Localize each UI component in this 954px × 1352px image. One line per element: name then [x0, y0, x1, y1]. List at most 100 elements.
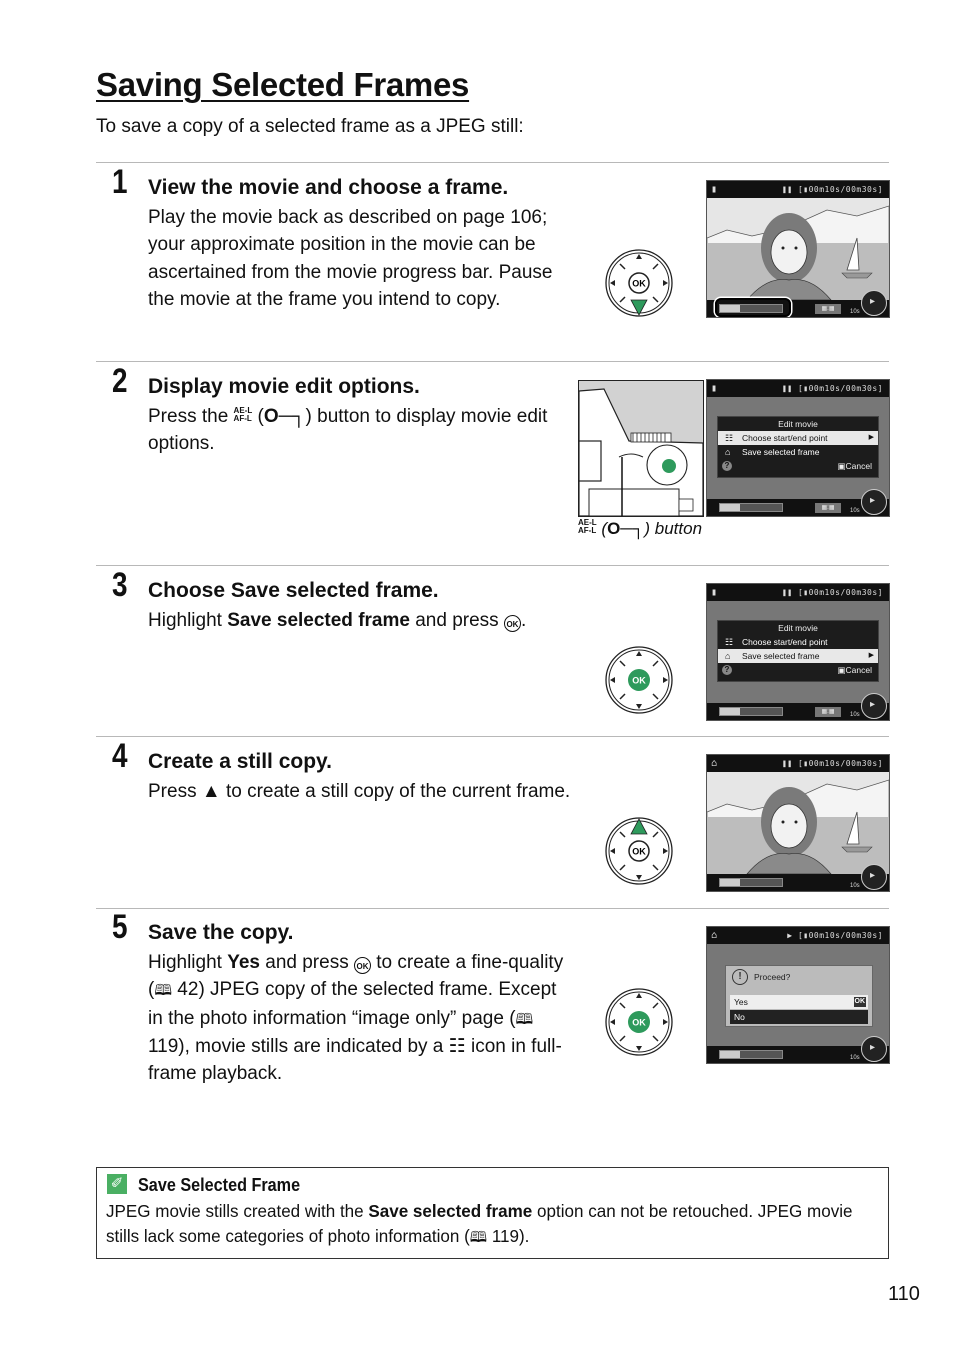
playback-controls-icon	[861, 864, 887, 890]
progress-bar	[719, 1050, 783, 1059]
save-frame-icon: ⌂	[725, 651, 731, 661]
multi-selector-ok: OK	[605, 988, 673, 1056]
ok-button-icon: OK	[503, 615, 521, 632]
volume-indicator: 10s	[850, 309, 860, 315]
no-option[interactable]: No	[730, 1010, 868, 1024]
help-icon[interactable]: ?	[722, 665, 732, 675]
playback-button-icon: ▣	[837, 461, 846, 471]
intro-text: To save a copy of a selected frame as a …	[96, 116, 524, 137]
playback-controls-icon	[861, 489, 887, 515]
trim-icon: ☷	[725, 637, 734, 647]
display-icons: ▦:▦	[815, 304, 841, 314]
book-icon: 🕮	[469, 1229, 488, 1246]
save-frame-icon: ⌂	[711, 758, 718, 769]
menu-item-choose-start-end[interactable]: ☷ Choose start/end point ▶	[718, 431, 878, 445]
progress-bar	[719, 878, 783, 887]
playback-controls-icon	[861, 290, 887, 316]
camera-screen-still-copy: ⌂ ❚❚ [▮00m10s/00m30s] 10s	[706, 754, 890, 892]
divider	[96, 908, 889, 909]
time-readout: [▮00m10s/00m30s]	[797, 185, 883, 194]
movie-icon: ▮	[711, 184, 718, 195]
edit-movie-menu: Edit movie ☷ Choose start/end point ▶ ⌂ Sav…	[717, 416, 879, 478]
camera-back-illustration	[578, 380, 704, 517]
time-readout: [▮00m10s/00m30s]	[797, 588, 883, 597]
progress-bar	[719, 503, 783, 512]
divider	[96, 565, 889, 566]
page-number: 110	[888, 1283, 920, 1305]
play-icon: ▶	[787, 931, 793, 940]
ok-badge: OK	[853, 997, 866, 1007]
step-heading: Choose Save selected frame.	[148, 579, 439, 602]
up-arrow-icon: ▲	[201, 781, 221, 802]
time-readout: [▮00m10s/00m30s]	[797, 931, 883, 940]
step-body: Press ▲ to create a still copy of the cu…	[148, 781, 571, 802]
note-box: ✐ Save Selected Frame JPEG movie stills …	[96, 1167, 889, 1259]
page-ref-119[interactable]: 119	[492, 1226, 519, 1246]
menu-title: Edit movie	[778, 419, 818, 429]
movie-still-icon: ☷	[448, 1035, 466, 1057]
movie-icon: ▮	[711, 383, 718, 394]
dialog-question: Proceed?	[754, 972, 791, 982]
divider	[96, 361, 889, 362]
trim-icon: ☷	[725, 433, 734, 443]
movie-frame	[707, 772, 889, 875]
step-body: Press the AE-L AF-L (O─┐) button to displ…	[148, 403, 573, 458]
playback-button-icon: ▣	[837, 665, 846, 675]
movie-icon: ▮	[711, 587, 718, 598]
divider	[96, 736, 889, 737]
step-heading: Save the copy.	[148, 921, 294, 944]
multi-selector-up: OK	[605, 817, 673, 885]
progress-bar	[719, 707, 783, 716]
pause-icon: ❚❚	[781, 185, 793, 194]
step-heading: View the movie and choose a frame.	[148, 176, 509, 199]
book-icon: 🕮	[154, 982, 173, 1000]
page-ref-42[interactable]: 42	[177, 979, 198, 1000]
pencil-note-icon: ✐	[107, 1174, 127, 1194]
svg-text:OK: OK	[632, 847, 646, 857]
step-number: 1	[112, 163, 128, 201]
multi-selector-ok: OK	[605, 646, 673, 714]
cancel-button[interactable]: ▣Cancel	[838, 459, 873, 473]
proceed-dialog: ! Proceed? Yes OK No	[725, 965, 873, 1027]
time-readout: [▮00m10s/00m30s]	[797, 759, 883, 768]
camera-screen-edit-menu-save: ▮ ❚❚ [▮00m10s/00m30s] ▦:▦ 10s Edit movie…	[706, 583, 890, 721]
divider	[96, 162, 889, 163]
playback-controls-icon	[861, 1036, 887, 1062]
step-heading: Create a still copy.	[148, 750, 333, 773]
book-icon: 🕮	[515, 1010, 534, 1028]
note-heading: Save Selected Frame	[138, 1175, 301, 1195]
page-ref-119[interactable]: 119	[148, 1036, 178, 1057]
step-body: Highlight Save selected frame and press …	[148, 610, 527, 632]
time-readout: [▮00m10s/00m30s]	[797, 384, 883, 393]
edit-movie-menu: Edit movie ☷ Choose start/end point ⌂ Save…	[717, 620, 879, 682]
note-body: JPEG movie stills created with the Save …	[106, 1201, 853, 1246]
cancel-button[interactable]: ▣Cancel	[838, 663, 873, 677]
svg-text:OK: OK	[632, 676, 646, 686]
yes-option[interactable]: Yes OK	[730, 995, 868, 1009]
arrow-right-icon: ▶	[868, 652, 874, 659]
page-title: Saving Selected Frames	[96, 66, 470, 103]
lock-key-icon: O─┐	[263, 406, 306, 427]
ae-l-af-l-icon: AE-L AF-L	[578, 518, 597, 535]
step-number: 5	[112, 908, 128, 946]
movie-frame	[707, 198, 889, 301]
multi-selector-down: OK	[605, 249, 673, 317]
menu-item-save-selected-frame[interactable]: ⌂ Save selected frame ▶	[718, 649, 878, 663]
ok-button-icon: OK	[353, 957, 371, 974]
step-heading: Display movie edit options.	[148, 375, 420, 398]
camera-screen-confirm: ⌂ ▶ [▮00m10s/00m30s] 10s ! Proceed? YesO…	[706, 926, 890, 1064]
lock-key-icon: O─┐	[607, 519, 645, 538]
step-number: 3	[112, 566, 128, 604]
menu-item-save-selected-frame[interactable]: ⌂ Save selected frame	[718, 445, 878, 459]
step-body: Play the movie back as described on page…	[148, 207, 553, 310]
arrow-right-icon: ▶	[868, 434, 874, 441]
progress-bar-highlight	[715, 298, 791, 317]
menu-item-choose-start-end[interactable]: ☷ Choose start/end point	[718, 635, 878, 649]
step-number: 2	[112, 362, 128, 400]
step-number: 4	[112, 737, 128, 775]
svg-text:OK: OK	[632, 279, 646, 289]
playback-controls-icon	[861, 693, 887, 719]
warning-icon: !	[732, 969, 748, 985]
camera-screen-playback: ▮ ❚❚ [▮00m10s/00m30s] ▦:▦ 10s	[706, 180, 890, 318]
help-icon[interactable]: ?	[722, 461, 732, 471]
